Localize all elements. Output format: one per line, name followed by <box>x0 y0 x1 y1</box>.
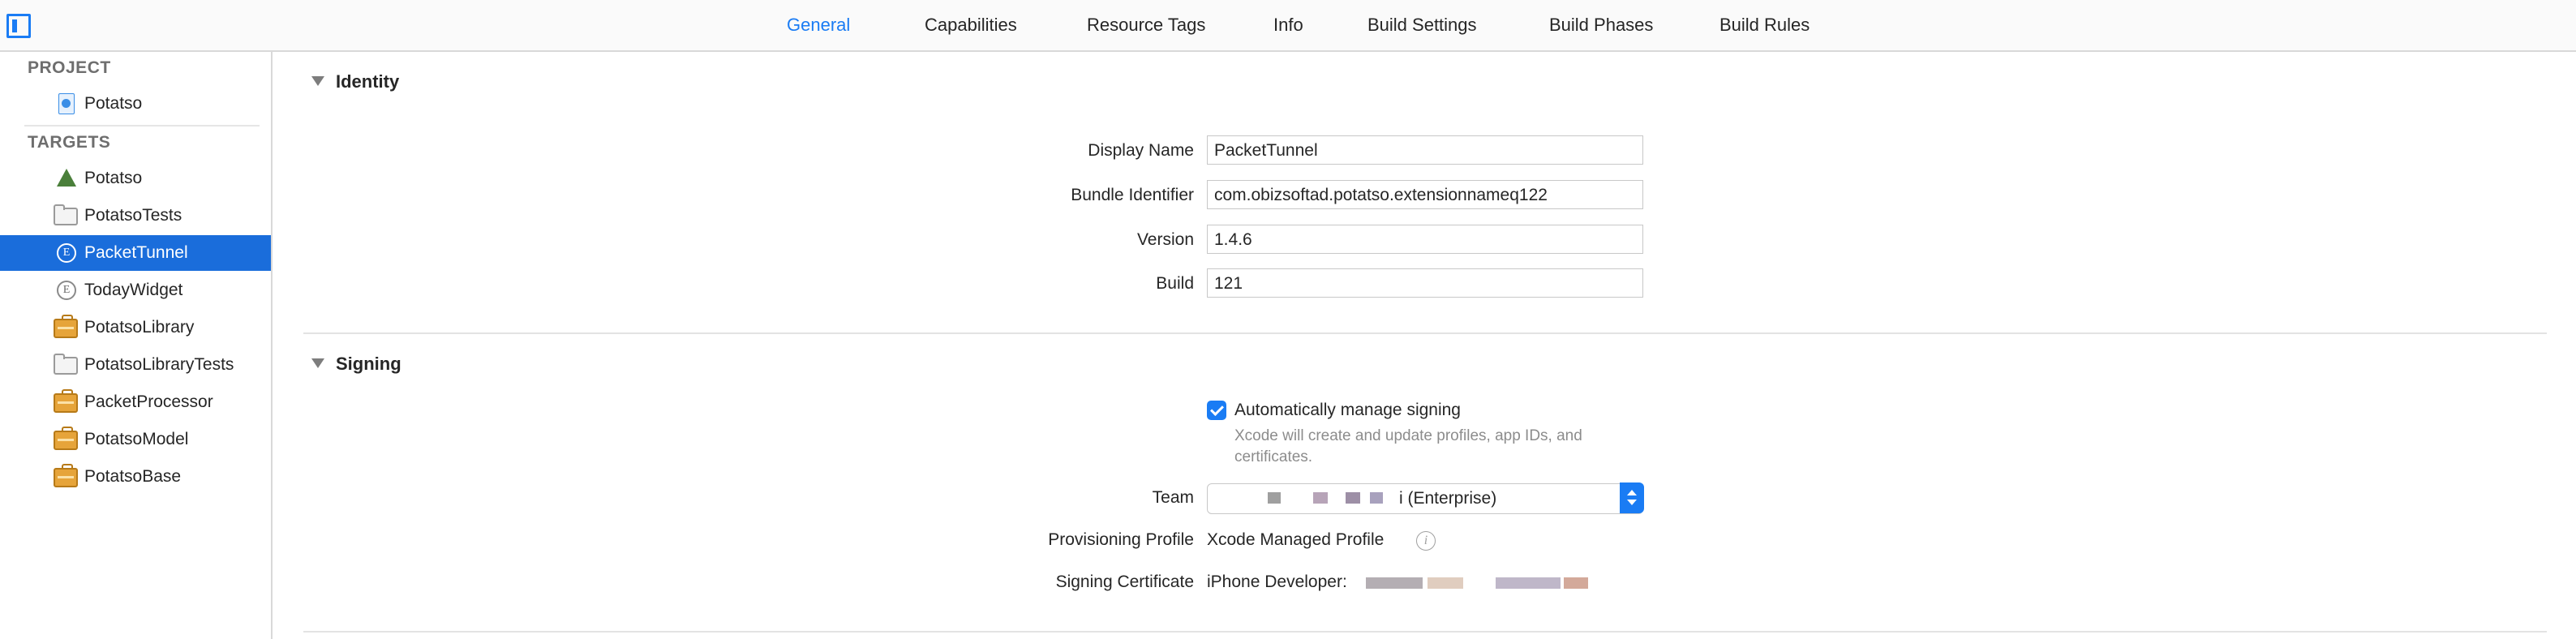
display-name-field[interactable]: PacketTunnel <box>1207 135 1643 165</box>
signing-certificate-label: Signing Certificate <box>1055 573 1194 591</box>
sidebar-item-label: Potatso <box>84 94 143 113</box>
provisioning-profile-value: Xcode Managed Profile <box>1207 530 1385 549</box>
editor-tab-bar: General Capabilities Resource Tags Info … <box>0 0 2576 52</box>
sidebar-item-label: PotatsoModel <box>84 430 189 448</box>
project-target-sidebar: PROJECT Potatso TARGETS Potatso PotatsoT… <box>0 52 273 639</box>
sidebar-toggle-icon[interactable] <box>6 14 31 38</box>
redacted-block <box>1564 577 1588 589</box>
sidebar-item-target-packetprocessor[interactable]: PacketProcessor <box>0 384 271 420</box>
sidebar-item-target-packettunnel[interactable]: E PacketTunnel <box>0 235 271 271</box>
sidebar-item-target-potatsotests[interactable]: PotatsoTests <box>0 198 271 234</box>
team-popup-button[interactable]: i (Enterprise) <box>1207 482 1644 514</box>
section-divider <box>303 631 2547 633</box>
sidebar-item-target-potatsobase[interactable]: PotatsoBase <box>0 459 271 495</box>
extension-icon: E <box>57 281 76 300</box>
auto-manage-signing-hint: Xcode will create and update profiles, a… <box>1234 427 1582 444</box>
library-icon <box>54 315 78 338</box>
tab-capabilities[interactable]: Capabilities <box>925 15 1017 36</box>
app-target-icon <box>57 169 76 187</box>
redacted-block <box>1313 492 1328 504</box>
signing-disclosure-triangle-icon[interactable] <box>311 358 324 368</box>
redacted-block <box>1366 577 1423 589</box>
identity-section-title: Identity <box>336 71 400 92</box>
version-label: Version <box>1136 230 1194 249</box>
library-icon <box>54 464 78 487</box>
redacted-block <box>1370 492 1383 504</box>
sidebar-item-label: PacketTunnel <box>84 243 188 262</box>
bundle-identifier-field[interactable]: com.obizsoftad.potatso.extensionnameq122 <box>1207 180 1643 209</box>
sidebar-item-target-potatsomodel[interactable]: PotatsoModel <box>0 422 271 457</box>
sidebar-item-target-potatsolibrarytests[interactable]: PotatsoLibraryTests <box>0 347 271 383</box>
auto-manage-signing-label: Automatically manage signing <box>1234 401 1461 419</box>
sidebar-item-label: Potatso <box>84 169 143 187</box>
redacted-block <box>1428 577 1463 589</box>
signing-section-title: Signing <box>336 354 401 374</box>
tab-build-settings[interactable]: Build Settings <box>1367 15 1477 36</box>
tab-build-rules[interactable]: Build Rules <box>1719 15 1810 36</box>
build-field[interactable]: 121 <box>1207 268 1643 298</box>
section-divider <box>303 332 2547 334</box>
display-name-label: Display Name <box>1088 141 1194 160</box>
sidebar-item-project-potatso[interactable]: Potatso <box>0 86 271 122</box>
redacted-block <box>1346 492 1360 504</box>
sidebar-divider <box>24 125 260 127</box>
team-value: i (Enterprise) <box>1399 489 1497 508</box>
extension-icon: E <box>57 243 76 263</box>
folder-icon <box>54 204 78 225</box>
tab-resource-tags[interactable]: Resource Tags <box>1087 15 1205 36</box>
project-section-header: PROJECT <box>28 58 111 77</box>
info-icon[interactable]: i <box>1416 531 1436 551</box>
redacted-block <box>1268 492 1281 504</box>
tab-build-phases[interactable]: Build Phases <box>1549 15 1653 36</box>
sidebar-item-label: PacketProcessor <box>84 392 213 411</box>
sidebar-item-label: PotatsoLibrary <box>84 318 195 337</box>
auto-manage-signing-hint-continued: certificates. <box>1234 448 1313 465</box>
sidebar-item-target-potatsolibrary[interactable]: PotatsoLibrary <box>0 310 271 345</box>
redacted-block <box>1496 577 1561 589</box>
sidebar-item-label: PotatsoBase <box>84 467 182 486</box>
signing-certificate-value: iPhone Developer: <box>1207 573 1347 591</box>
library-icon <box>54 427 78 450</box>
provisioning-profile-label: Provisioning Profile <box>1048 530 1194 549</box>
targets-section-header: TARGETS <box>28 133 111 152</box>
sidebar-item-target-potatso[interactable]: Potatso <box>0 161 271 196</box>
folder-icon <box>54 354 78 375</box>
tab-info[interactable]: Info <box>1273 15 1303 36</box>
sidebar-item-label: PotatsoTests <box>84 206 182 225</box>
auto-manage-signing-checkbox[interactable] <box>1207 401 1226 420</box>
tab-general[interactable]: General <box>787 15 850 36</box>
version-field[interactable]: 1.4.6 <box>1207 225 1643 254</box>
project-document-icon <box>58 93 75 114</box>
team-label: Team <box>1152 488 1194 507</box>
bundle-identifier-label: Bundle Identifier <box>1071 186 1194 204</box>
sidebar-item-target-todaywidget[interactable]: E TodayWidget <box>0 272 271 308</box>
identity-disclosure-triangle-icon[interactable] <box>311 76 324 86</box>
sidebar-item-label: TodayWidget <box>84 281 183 299</box>
popup-stepper-icon <box>1620 482 1644 513</box>
sidebar-item-label: PotatsoLibraryTests <box>84 355 234 374</box>
build-label: Build <box>1156 274 1194 293</box>
library-icon <box>54 389 78 413</box>
